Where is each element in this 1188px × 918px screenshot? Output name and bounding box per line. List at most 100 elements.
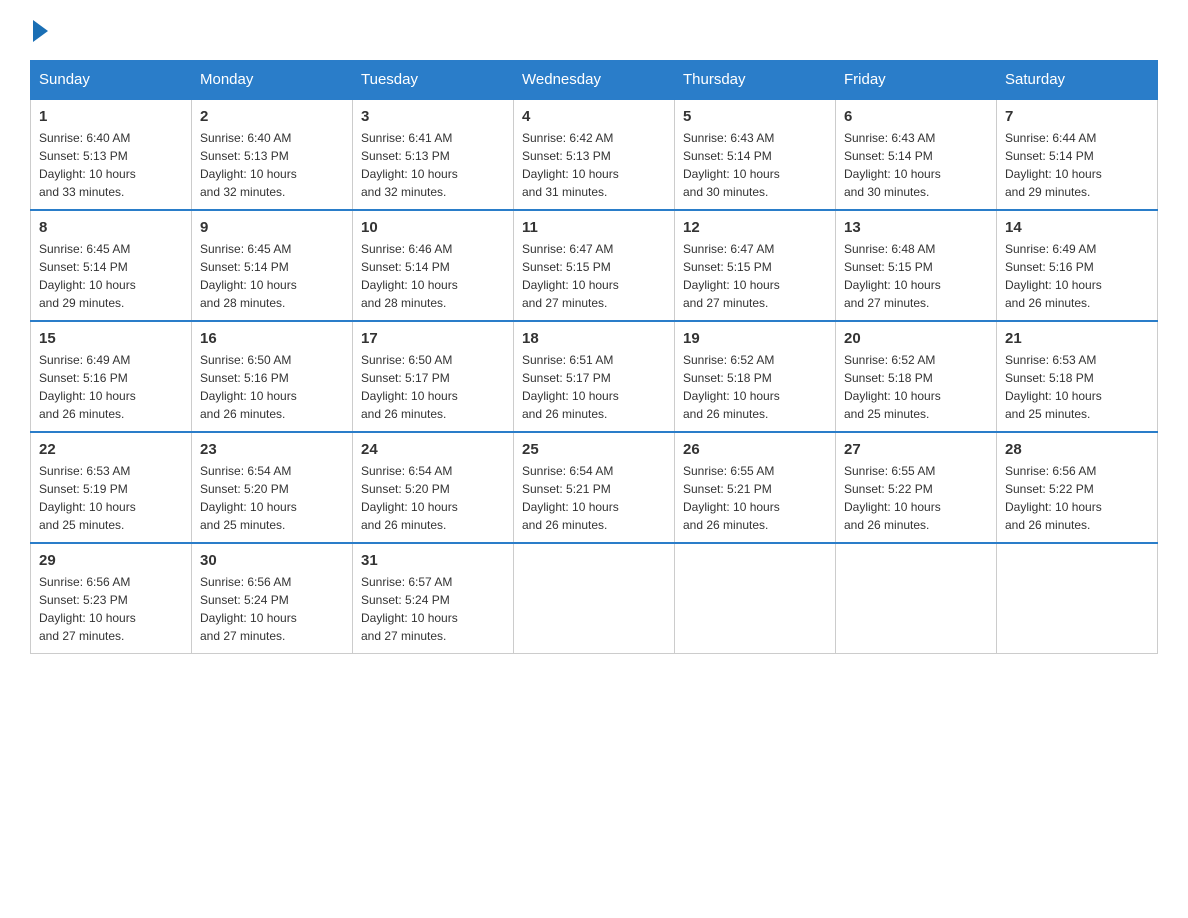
day-info: Sunrise: 6:42 AMSunset: 5:13 PMDaylight:… bbox=[522, 129, 666, 201]
day-info: Sunrise: 6:57 AMSunset: 5:24 PMDaylight:… bbox=[361, 573, 505, 645]
day-number: 25 bbox=[522, 441, 666, 458]
day-number: 14 bbox=[1005, 219, 1149, 236]
table-row: 3Sunrise: 6:41 AMSunset: 5:13 PMDaylight… bbox=[353, 99, 514, 210]
col-sunday: Sunday bbox=[31, 61, 192, 100]
day-number: 3 bbox=[361, 108, 505, 125]
day-number: 11 bbox=[522, 219, 666, 236]
day-info: Sunrise: 6:56 AMSunset: 5:23 PMDaylight:… bbox=[39, 573, 183, 645]
calendar-week-row: 22Sunrise: 6:53 AMSunset: 5:19 PMDayligh… bbox=[31, 432, 1158, 543]
day-number: 19 bbox=[683, 330, 827, 347]
table-row: 17 Sunrise: 6:50 AMSunset: 5:17 PMDayligh… bbox=[353, 321, 514, 432]
table-row: 4Sunrise: 6:42 AMSunset: 5:13 PMDaylight… bbox=[514, 99, 675, 210]
table-row: 10Sunrise: 6:46 AMSunset: 5:14 PMDayligh… bbox=[353, 210, 514, 321]
day-number: 10 bbox=[361, 219, 505, 236]
table-row bbox=[675, 543, 836, 654]
table-row bbox=[514, 543, 675, 654]
table-row: 12 Sunrise: 6:47 AMSunset: 5:15 PMDayligh… bbox=[675, 210, 836, 321]
day-info: Sunrise: 6:54 AMSunset: 5:20 PMDaylight:… bbox=[361, 462, 505, 534]
table-row: 24Sunrise: 6:54 AMSunset: 5:20 PMDayligh… bbox=[353, 432, 514, 543]
day-info: Sunrise: 6:56 AMSunset: 5:24 PMDaylight:… bbox=[200, 573, 344, 645]
day-info: Sunrise: 6:43 AMSunset: 5:14 PMDaylight:… bbox=[844, 129, 988, 201]
day-info: Sunrise: 6:50 AMSunset: 5:17 PMDaylight:… bbox=[361, 351, 505, 423]
day-number: 22 bbox=[39, 441, 183, 458]
col-monday: Monday bbox=[192, 61, 353, 100]
table-row: 11 Sunrise: 6:47 AMSunset: 5:15 PMDayligh… bbox=[514, 210, 675, 321]
table-row: 5 Sunrise: 6:43 AMSunset: 5:14 PMDaylight… bbox=[675, 99, 836, 210]
table-row: 15Sunrise: 6:49 AMSunset: 5:16 PMDayligh… bbox=[31, 321, 192, 432]
day-number: 6 bbox=[844, 108, 988, 125]
table-row: 21 Sunrise: 6:53 AMSunset: 5:18 PMDayligh… bbox=[997, 321, 1158, 432]
day-info: Sunrise: 6:52 AMSunset: 5:18 PMDaylight:… bbox=[844, 351, 988, 423]
day-info: Sunrise: 6:43 AMSunset: 5:14 PMDaylight:… bbox=[683, 129, 827, 201]
day-number: 5 bbox=[683, 108, 827, 125]
table-row: 28 Sunrise: 6:56 AMSunset: 5:22 PMDayligh… bbox=[997, 432, 1158, 543]
table-row: 8Sunrise: 6:45 AMSunset: 5:14 PMDaylight… bbox=[31, 210, 192, 321]
table-row: 14 Sunrise: 6:49 AMSunset: 5:16 PMDayligh… bbox=[997, 210, 1158, 321]
table-row: 20 Sunrise: 6:52 AMSunset: 5:18 PMDayligh… bbox=[836, 321, 997, 432]
day-info: Sunrise: 6:48 AMSunset: 5:15 PMDaylight:… bbox=[844, 240, 988, 312]
day-info: Sunrise: 6:52 AMSunset: 5:18 PMDaylight:… bbox=[683, 351, 827, 423]
table-row: 19 Sunrise: 6:52 AMSunset: 5:18 PMDayligh… bbox=[675, 321, 836, 432]
table-row: 16 Sunrise: 6:50 AMSunset: 5:16 PMDayligh… bbox=[192, 321, 353, 432]
table-row: 13 Sunrise: 6:48 AMSunset: 5:15 PMDayligh… bbox=[836, 210, 997, 321]
day-number: 29 bbox=[39, 552, 183, 569]
table-row: 1 Sunrise: 6:40 AMSunset: 5:13 PMDaylight… bbox=[31, 99, 192, 210]
day-number: 7 bbox=[1005, 108, 1149, 125]
table-row: 27 Sunrise: 6:55 AMSunset: 5:22 PMDayligh… bbox=[836, 432, 997, 543]
table-row: 29 Sunrise: 6:56 AMSunset: 5:23 PMDayligh… bbox=[31, 543, 192, 654]
page-header bbox=[30, 20, 1158, 40]
day-info: Sunrise: 6:49 AMSunset: 5:16 PMDaylight:… bbox=[1005, 240, 1149, 312]
day-number: 28 bbox=[1005, 441, 1149, 458]
calendar-week-row: 15Sunrise: 6:49 AMSunset: 5:16 PMDayligh… bbox=[31, 321, 1158, 432]
day-info: Sunrise: 6:44 AMSunset: 5:14 PMDaylight:… bbox=[1005, 129, 1149, 201]
day-info: Sunrise: 6:47 AMSunset: 5:15 PMDaylight:… bbox=[683, 240, 827, 312]
day-number: 18 bbox=[522, 330, 666, 347]
col-tuesday: Tuesday bbox=[353, 61, 514, 100]
table-row: 25 Sunrise: 6:54 AMSunset: 5:21 PMDayligh… bbox=[514, 432, 675, 543]
day-number: 12 bbox=[683, 219, 827, 236]
table-row bbox=[836, 543, 997, 654]
day-info: Sunrise: 6:54 AMSunset: 5:21 PMDaylight:… bbox=[522, 462, 666, 534]
logo bbox=[30, 20, 48, 40]
calendar-header-row: Sunday Monday Tuesday Wednesday Thursday… bbox=[31, 61, 1158, 100]
day-number: 13 bbox=[844, 219, 988, 236]
table-row bbox=[997, 543, 1158, 654]
day-number: 27 bbox=[844, 441, 988, 458]
day-number: 26 bbox=[683, 441, 827, 458]
day-number: 1 bbox=[39, 108, 183, 125]
day-info: Sunrise: 6:40 AMSunset: 5:13 PMDaylight:… bbox=[39, 129, 183, 201]
calendar-week-row: 29 Sunrise: 6:56 AMSunset: 5:23 PMDayligh… bbox=[31, 543, 1158, 654]
logo-triangle-icon bbox=[33, 20, 48, 42]
day-info: Sunrise: 6:45 AMSunset: 5:14 PMDaylight:… bbox=[200, 240, 344, 312]
day-info: Sunrise: 6:55 AMSunset: 5:22 PMDaylight:… bbox=[844, 462, 988, 534]
table-row: 2Sunrise: 6:40 AMSunset: 5:13 PMDaylight… bbox=[192, 99, 353, 210]
day-number: 2 bbox=[200, 108, 344, 125]
table-row: 6 Sunrise: 6:43 AMSunset: 5:14 PMDaylight… bbox=[836, 99, 997, 210]
calendar-week-row: 8Sunrise: 6:45 AMSunset: 5:14 PMDaylight… bbox=[31, 210, 1158, 321]
day-info: Sunrise: 6:47 AMSunset: 5:15 PMDaylight:… bbox=[522, 240, 666, 312]
day-info: Sunrise: 6:53 AMSunset: 5:18 PMDaylight:… bbox=[1005, 351, 1149, 423]
col-saturday: Saturday bbox=[997, 61, 1158, 100]
day-info: Sunrise: 6:49 AMSunset: 5:16 PMDaylight:… bbox=[39, 351, 183, 423]
day-number: 21 bbox=[1005, 330, 1149, 347]
day-info: Sunrise: 6:56 AMSunset: 5:22 PMDaylight:… bbox=[1005, 462, 1149, 534]
day-number: 30 bbox=[200, 552, 344, 569]
table-row: 30 Sunrise: 6:56 AMSunset: 5:24 PMDayligh… bbox=[192, 543, 353, 654]
col-thursday: Thursday bbox=[675, 61, 836, 100]
calendar-week-row: 1 Sunrise: 6:40 AMSunset: 5:13 PMDaylight… bbox=[31, 99, 1158, 210]
day-info: Sunrise: 6:45 AMSunset: 5:14 PMDaylight:… bbox=[39, 240, 183, 312]
day-number: 20 bbox=[844, 330, 988, 347]
table-row: 18 Sunrise: 6:51 AMSunset: 5:17 PMDayligh… bbox=[514, 321, 675, 432]
day-info: Sunrise: 6:55 AMSunset: 5:21 PMDaylight:… bbox=[683, 462, 827, 534]
day-number: 23 bbox=[200, 441, 344, 458]
table-row: 31 Sunrise: 6:57 AMSunset: 5:24 PMDayligh… bbox=[353, 543, 514, 654]
day-info: Sunrise: 6:51 AMSunset: 5:17 PMDaylight:… bbox=[522, 351, 666, 423]
col-friday: Friday bbox=[836, 61, 997, 100]
col-wednesday: Wednesday bbox=[514, 61, 675, 100]
table-row: 7 Sunrise: 6:44 AMSunset: 5:14 PMDaylight… bbox=[997, 99, 1158, 210]
day-number: 9 bbox=[200, 219, 344, 236]
day-number: 17 bbox=[361, 330, 505, 347]
day-number: 31 bbox=[361, 552, 505, 569]
day-info: Sunrise: 6:50 AMSunset: 5:16 PMDaylight:… bbox=[200, 351, 344, 423]
day-number: 16 bbox=[200, 330, 344, 347]
